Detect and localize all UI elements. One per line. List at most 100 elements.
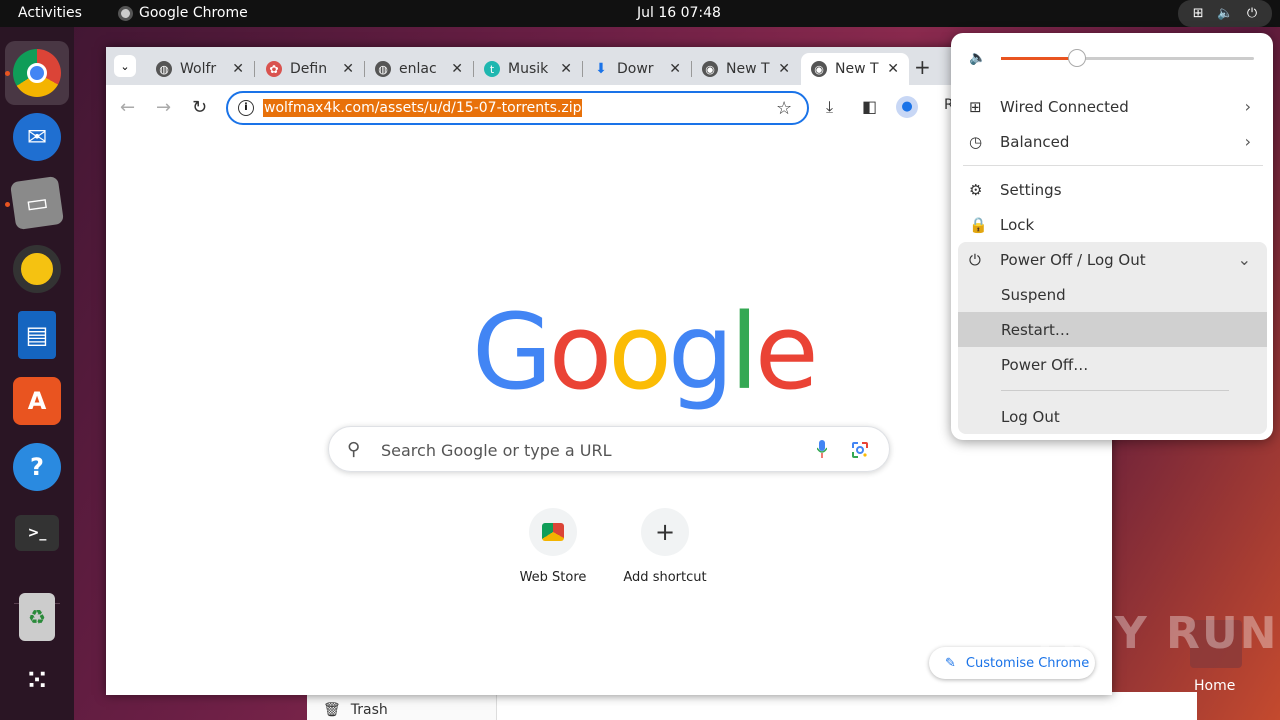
tab-1[interactable]: ◍ Wolfr ✕	[146, 53, 254, 85]
shortcut-add[interactable]: + Add shortcut	[610, 508, 720, 585]
chevron-down-icon: ⌄	[120, 59, 130, 73]
side-panel-icon[interactable]: ◧	[862, 97, 877, 116]
shortcut-label: Add shortcut	[623, 570, 707, 585]
software-icon: A	[13, 377, 61, 425]
power-off-label: Power Off…	[1001, 355, 1089, 374]
t-icon: t	[484, 61, 500, 77]
rhythmbox-icon	[13, 245, 61, 293]
tab-title: enlac	[399, 61, 437, 77]
running-indicator	[5, 71, 10, 76]
network-row[interactable]: ⊞ Wired Connected ›	[951, 89, 1273, 124]
restart-label: Restart…	[1001, 320, 1070, 339]
download-icon: ⬇	[595, 61, 607, 77]
settings-row[interactable]: ⚙ Settings	[951, 172, 1273, 207]
files-trash-item[interactable]: 🗑 Trash	[323, 702, 388, 718]
new-tab-button[interactable]: +	[914, 55, 931, 79]
volume-fill	[1001, 57, 1077, 60]
google-lens-icon[interactable]	[851, 441, 869, 459]
dock-thunderbird[interactable]: ✉	[5, 105, 69, 169]
restart-item[interactable]: Restart…	[958, 312, 1267, 347]
close-icon[interactable]: ✕	[342, 61, 354, 77]
dock-rhythmbox[interactable]	[5, 237, 69, 301]
settings-label: Settings	[1000, 180, 1062, 199]
trash-small-icon: 🗑	[323, 702, 341, 718]
tab-title: Wolfr	[180, 61, 217, 77]
dock-software[interactable]: A	[5, 369, 69, 433]
quick-settings-menu: 🔈 ⊞ Wired Connected › ◷ Balanced › ⚙ Set…	[951, 33, 1273, 440]
bookmark-star-icon[interactable]: ☆	[776, 98, 792, 119]
volume-slider[interactable]	[1001, 49, 1254, 67]
tab-2[interactable]: ✿ Defin ✕	[256, 53, 364, 85]
power-menu-label: Power Off / Log Out	[1000, 250, 1146, 269]
lock-label: Lock	[1000, 215, 1035, 234]
terminal-icon: >_	[15, 515, 59, 551]
volume-icon: 🔈	[969, 50, 987, 66]
power-off-logout-row[interactable]: ⏻ Power Off / Log Out ⌄	[951, 242, 1273, 277]
dock-terminal[interactable]: >_	[5, 501, 69, 565]
microphone-icon[interactable]	[817, 440, 827, 458]
tab-separator	[254, 61, 255, 77]
files-main-area	[497, 692, 1197, 720]
log-out-item[interactable]: Log Out	[958, 399, 1267, 434]
tab-7-active[interactable]: ◉ New T ✕	[801, 53, 909, 85]
power-icon: ⏻	[969, 250, 981, 269]
dock: ✉ ▭ ▤ A ? >_ ♻ ⁙	[0, 27, 74, 720]
help-icon: ?	[13, 443, 61, 491]
tab-3[interactable]: ◍ enlac ✕	[365, 53, 473, 85]
close-icon[interactable]: ✕	[560, 61, 572, 77]
chrome-small-icon	[118, 5, 133, 21]
power-off-item[interactable]: Power Off…	[958, 347, 1267, 382]
app-menu[interactable]: Google Chrome	[118, 5, 248, 21]
menu-separator	[1001, 390, 1229, 391]
apps-grid-icon: ⁙	[26, 666, 48, 696]
google-search-box[interactable]: ⚲ Search Google or type a URL	[328, 426, 890, 472]
chrome-logo-icon: ◉	[702, 61, 718, 77]
profile-avatar-icon[interactable]: ●	[896, 96, 918, 118]
power-mode-icon: ◷	[969, 132, 983, 151]
close-icon[interactable]: ✕	[669, 61, 681, 77]
home-desktop-label[interactable]: Home	[1194, 678, 1235, 694]
activities-button[interactable]: Activities	[18, 5, 82, 21]
tab-title: New T	[835, 61, 879, 77]
shortcut-label: Web Store	[519, 570, 587, 585]
tab-4[interactable]: t Musik ✕	[474, 53, 582, 85]
google-logo: Google	[472, 291, 819, 413]
shortcut-web-store[interactable]: Web Store	[498, 508, 608, 585]
address-bar[interactable]: i wolfmax4k.com/assets/u/d/15-07-torrent…	[226, 91, 809, 125]
volume-knob[interactable]	[1067, 49, 1086, 67]
close-icon[interactable]: ✕	[887, 61, 899, 77]
chrome-logo-icon: ◉	[811, 61, 827, 77]
lock-row[interactable]: 🔒 Lock	[951, 207, 1273, 242]
dock-help[interactable]: ?	[5, 435, 69, 499]
dock-chrome[interactable]	[5, 41, 69, 105]
logo-letter: e	[754, 291, 819, 413]
close-icon[interactable]: ✕	[778, 61, 790, 77]
close-icon[interactable]: ✕	[232, 61, 244, 77]
reload-icon[interactable]: ↻	[192, 97, 207, 118]
clock[interactable]: Jul 16 07:48	[637, 5, 721, 21]
tab-search-button[interactable]: ⌄	[114, 55, 136, 77]
dock-trash[interactable]: ♻	[5, 585, 69, 649]
gear-icon: ⚙	[969, 180, 983, 199]
tab-6[interactable]: ◉ New T ✕	[692, 53, 800, 85]
logo-letter: g	[667, 291, 734, 413]
dock-files[interactable]: ▭	[5, 171, 69, 235]
suspend-item[interactable]: Suspend	[958, 277, 1267, 312]
back-arrow-icon[interactable]: ←	[120, 97, 135, 118]
dock-show-apps[interactable]: ⁙	[5, 649, 69, 713]
tab-title: Musik	[508, 61, 549, 77]
tab-title: New T	[726, 61, 770, 77]
app-name: Google Chrome	[139, 5, 248, 21]
network-icon: ⊞	[1192, 6, 1204, 21]
system-tray[interactable]: ⊞ 🔈 ⏻	[1178, 0, 1272, 27]
tab-5[interactable]: ⬇ Dowr ✕	[583, 53, 691, 85]
downloads-icon[interactable]: ⤓	[826, 97, 833, 117]
url-text[interactable]: wolfmax4k.com/assets/u/d/15-07-torrents.…	[263, 99, 583, 117]
site-info-icon[interactable]: i	[238, 100, 254, 116]
power-mode-row[interactable]: ◷ Balanced ›	[951, 124, 1273, 159]
close-icon[interactable]: ✕	[451, 61, 463, 77]
writer-icon: ▤	[18, 311, 56, 359]
forward-arrow-icon[interactable]: →	[156, 97, 171, 118]
dock-writer[interactable]: ▤	[5, 303, 69, 367]
lock-icon: 🔒	[969, 215, 988, 234]
